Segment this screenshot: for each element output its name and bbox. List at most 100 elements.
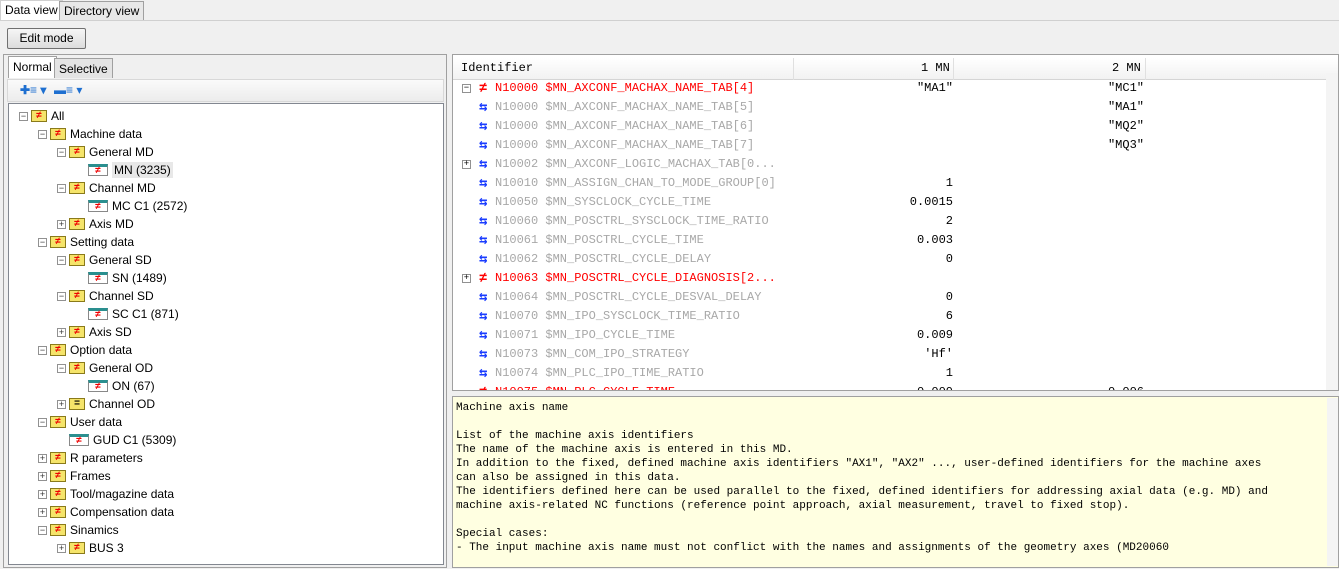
tree-item[interactable]: − ≠ Channel MD: [57, 179, 156, 197]
expand-icon[interactable]: +: [38, 471, 47, 481]
table-icon: ≠: [88, 200, 108, 212]
expand-icon[interactable]: +: [462, 274, 471, 283]
not-equal-icon: ≠: [479, 384, 487, 390]
column-2-mn[interactable]: 2 MN: [1112, 61, 1141, 75]
value-1-mn: 6: [945, 309, 953, 323]
tree-item[interactable]: − ≠ Sinamics: [38, 521, 119, 539]
expand-icon[interactable]: +: [57, 327, 66, 337]
folder-icon: ≠: [69, 542, 85, 554]
tree-item[interactable]: + ≠ Tool/magazine data: [38, 485, 174, 503]
column-1-mn[interactable]: 1 MN: [921, 61, 950, 75]
collapse-icon[interactable]: −: [57, 183, 66, 193]
tree-item[interactable]: ≠ SN (1489): [76, 269, 167, 287]
table-row[interactable]: ⇆ N10074 $MN_PLC_IPO_TIME_RATIO 1: [453, 364, 1323, 383]
expand-icon[interactable]: +: [38, 453, 47, 463]
tree-item[interactable]: ≠ ON (67): [76, 377, 155, 395]
identifier-cell: N10062 $MN_POSCTRL_CYCLE_DELAY: [495, 252, 712, 266]
table-icon: ≠: [88, 380, 108, 392]
tree-item[interactable]: + ≠ BUS 3: [57, 539, 124, 557]
tree-item[interactable]: − ≠ Option data: [38, 341, 132, 359]
description-line: can also be assigned in this data.: [456, 472, 681, 484]
collapse-all-icon[interactable]: ▬≡ ▾: [54, 83, 82, 97]
collapse-icon[interactable]: −: [19, 111, 28, 121]
identifier-cell: N10063 $MN_POSCTRL_CYCLE_DIAGNOSIS[2...: [495, 271, 776, 285]
edit-mode-button[interactable]: Edit mode: [7, 28, 86, 49]
tree-item[interactable]: − ≠ Channel SD: [57, 287, 154, 305]
tree-item[interactable]: ≠ GUD C1 (5309): [57, 431, 176, 449]
identifier-cell: N10071 $MN_IPO_CYCLE_TIME: [495, 328, 676, 342]
collapse-icon[interactable]: −: [38, 525, 47, 535]
description-line: [456, 513, 1335, 527]
collapse-icon[interactable]: −: [38, 417, 47, 427]
value-1-mn: 0: [945, 290, 953, 304]
tree-toolbar: ✚≡ ▾ ▬≡ ▾: [7, 79, 444, 102]
tree-item[interactable]: + ≠ Compensation data: [38, 503, 174, 521]
tab-selective[interactable]: Selective: [54, 58, 113, 78]
equal-arrows-icon: ⇆: [479, 252, 488, 268]
tree-item[interactable]: + ≠ Frames: [38, 467, 111, 485]
table-row[interactable]: ⇆ N10062 $MN_POSCTRL_CYCLE_DELAY 0: [453, 250, 1323, 269]
tree-item[interactable]: ≠ MC C1 (2572): [76, 197, 187, 215]
tree-item[interactable]: + = Channel OD: [57, 395, 155, 413]
description-line: Machine axis name: [456, 402, 569, 414]
table-row[interactable]: ⇆ N10050 $MN_SYSCLOCK_CYCLE_TIME 0.0015: [453, 193, 1323, 212]
folder-icon: ≠: [69, 254, 85, 266]
grid-scrollbar[interactable]: [1326, 73, 1338, 390]
expand-icon[interactable]: +: [38, 489, 47, 499]
table-row[interactable]: ⇆ N10060 $MN_POSCTRL_SYSCLOCK_TIME_RATIO 2: [453, 212, 1323, 231]
equal-arrows-icon: ⇆: [479, 309, 488, 325]
value-1-mn: 0.009: [916, 328, 953, 342]
tab-directory-view[interactable]: Directory view: [59, 1, 145, 20]
table-row[interactable]: ⇆ N10070 $MN_IPO_SYSCLOCK_TIME_RATIO 6: [453, 307, 1323, 326]
tree-item[interactable]: + ≠ Axis SD: [57, 323, 132, 341]
tree-item[interactable]: − ≠ User data: [38, 413, 122, 431]
expand-icon[interactable]: +: [462, 160, 471, 169]
table-row[interactable]: ⇆ N10064 $MN_POSCTRL_CYCLE_DESVAL_DELAY 0: [453, 288, 1323, 307]
equal-arrows-icon: ⇆: [479, 290, 488, 306]
tree-item-label: GUD C1 (5309): [93, 433, 177, 447]
collapse-icon[interactable]: −: [57, 147, 66, 157]
table-row[interactable]: ≠ N10075 $MN_PLC_CYCLE_TIME 0.009 0.006: [453, 383, 1323, 390]
tree-item-label: MN (3235): [112, 162, 173, 178]
table-row[interactable]: − ≠ N10000 $MN_AXCONF_MACHAX_NAME_TAB[4] "M…: [453, 79, 1323, 98]
collapse-icon[interactable]: −: [462, 84, 471, 93]
table-row[interactable]: ⇆ N10000 $MN_AXCONF_MACHAX_NAME_TAB[7] "MQ…: [453, 136, 1323, 155]
tree-item[interactable]: − ≠ Machine data: [38, 125, 142, 143]
table-row[interactable]: ⇆ N10010 $MN_ASSIGN_CHAN_TO_MODE_GROUP[0]…: [453, 174, 1323, 193]
collapse-icon[interactable]: −: [57, 363, 66, 373]
tree-item[interactable]: − ≠ General SD: [57, 251, 152, 269]
column-identifier[interactable]: Identifier: [461, 61, 533, 75]
expand-icon[interactable]: +: [38, 507, 47, 517]
folder-icon: ≠: [50, 452, 66, 464]
equal-arrows-icon: ⇆: [479, 233, 488, 249]
collapse-icon[interactable]: −: [57, 291, 66, 301]
tree-item[interactable]: + ≠ R parameters: [38, 449, 143, 467]
table-row[interactable]: + ⇆ N10002 $MN_AXCONF_LOGIC_MACHAX_TAB[0..…: [453, 155, 1323, 174]
tree-item[interactable]: + ≠ Axis MD: [57, 215, 134, 233]
tree-item[interactable]: ≠ SC C1 (871): [76, 305, 179, 323]
expand-all-icon[interactable]: ✚≡ ▾: [20, 83, 46, 97]
collapse-icon[interactable]: −: [38, 237, 47, 247]
data-grid: Identifier 1 MN 2 MN − ≠ N10000 $MN_AXCONF…: [452, 54, 1339, 391]
tree-item[interactable]: ≠ MN (3235): [76, 161, 173, 179]
description-scrollbar[interactable]: [1327, 398, 1338, 566]
table-row[interactable]: ⇆ N10071 $MN_IPO_CYCLE_TIME 0.009: [453, 326, 1323, 345]
tree-item[interactable]: − ≠ All: [19, 107, 64, 125]
tree-item[interactable]: − ≠ General MD: [57, 143, 154, 161]
table-row[interactable]: ⇆ N10061 $MN_POSCTRL_CYCLE_TIME 0.003: [453, 231, 1323, 250]
expand-icon[interactable]: +: [57, 219, 66, 229]
table-row[interactable]: ⇆ N10000 $MN_AXCONF_MACHAX_NAME_TAB[5] "MA…: [453, 98, 1323, 117]
identifier-cell: N10050 $MN_SYSCLOCK_CYCLE_TIME: [495, 195, 712, 209]
expand-icon[interactable]: +: [57, 543, 66, 553]
tab-normal[interactable]: Normal: [8, 56, 57, 78]
collapse-icon[interactable]: −: [38, 129, 47, 139]
tab-data-view[interactable]: Data view: [0, 0, 63, 20]
expand-icon[interactable]: +: [57, 399, 66, 409]
table-row[interactable]: ⇆ N10073 $MN_COM_IPO_STRATEGY 'Hf': [453, 345, 1323, 364]
table-row[interactable]: + ≠ N10063 $MN_POSCTRL_CYCLE_DIAGNOSIS[2..…: [453, 269, 1323, 288]
tree-item[interactable]: − ≠ General OD: [57, 359, 153, 377]
collapse-icon[interactable]: −: [57, 255, 66, 265]
tree-item[interactable]: − ≠ Setting data: [38, 233, 134, 251]
table-row[interactable]: ⇆ N10000 $MN_AXCONF_MACHAX_NAME_TAB[6] "MQ…: [453, 117, 1323, 136]
collapse-icon[interactable]: −: [38, 345, 47, 355]
